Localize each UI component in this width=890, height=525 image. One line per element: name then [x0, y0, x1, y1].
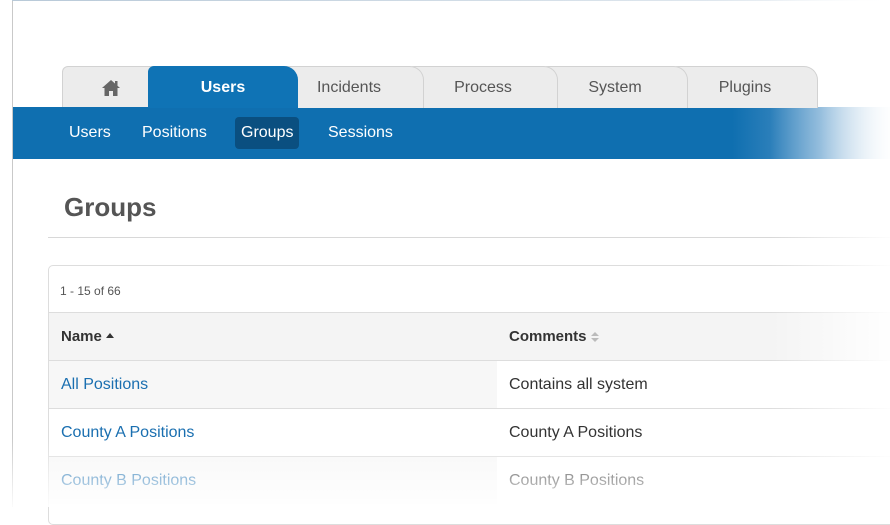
paging-info: 1 - 15 of 66 — [60, 284, 121, 298]
group-link[interactable]: County B Positions — [61, 457, 196, 505]
sub-navigation: Users Positions Groups Sessions — [13, 107, 890, 159]
home-icon — [102, 79, 120, 96]
subnav-item-users[interactable]: Users — [63, 117, 117, 149]
tab-system[interactable]: System — [542, 66, 688, 108]
table-header-row: Name Comments — [49, 312, 890, 360]
groups-table-panel: 1 - 15 of 66 Name Comments All Positions… — [48, 265, 890, 525]
group-comment: County B Positions — [509, 472, 645, 489]
group-link[interactable]: All Positions — [61, 361, 148, 409]
tab-plugins-label: Plugins — [718, 78, 772, 96]
window-top-border — [12, 0, 890, 1]
group-link[interactable]: County A Positions — [61, 409, 194, 457]
title-divider — [48, 237, 890, 238]
table-row: County A Positions County A Positions — [49, 408, 890, 456]
column-header-name[interactable]: Name — [61, 313, 114, 361]
subnav-item-positions[interactable]: Positions — [136, 117, 213, 149]
group-comment: County A Positions — [509, 424, 643, 441]
tab-incidents-label: Incidents — [316, 78, 382, 96]
tab-process[interactable]: Process — [408, 66, 558, 108]
table-row: County B Positions County B Positions — [49, 456, 890, 504]
sort-ascending-icon — [105, 333, 114, 338]
tab-users[interactable]: Users — [148, 66, 298, 108]
tab-system-label: System — [588, 78, 642, 96]
subnav-item-sessions[interactable]: Sessions — [322, 117, 399, 149]
subnav-item-groups[interactable]: Groups — [235, 117, 300, 149]
window-left-border — [12, 0, 13, 507]
group-comment: Contains all system — [509, 376, 648, 393]
tab-process-label: Process — [454, 78, 512, 96]
tab-users-label: Users — [200, 78, 246, 96]
column-header-name-label: Name — [61, 328, 102, 345]
sort-unsorted-icon — [590, 332, 599, 342]
column-header-comments[interactable]: Comments — [509, 313, 599, 361]
page-title: Groups — [64, 192, 157, 222]
tab-plugins[interactable]: Plugins — [672, 66, 818, 108]
table-row: All Positions Contains all system — [49, 360, 890, 408]
column-header-comments-label: Comments — [509, 328, 587, 345]
